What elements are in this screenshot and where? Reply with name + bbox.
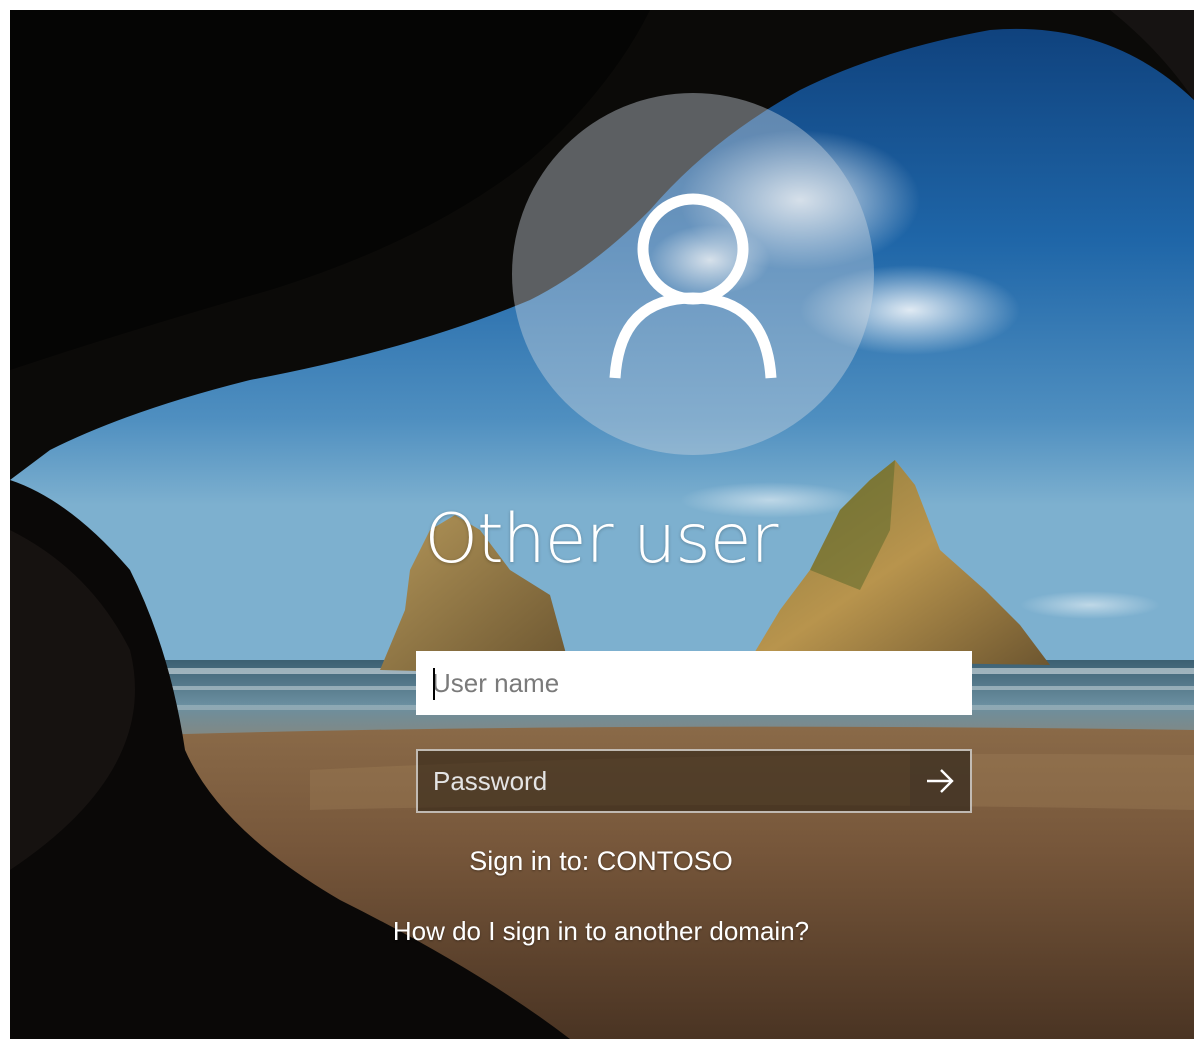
other-domain-link[interactable]: How do I sign in to another domain? [10,916,1194,947]
password-input[interactable] [433,751,903,811]
user-silhouette-icon [609,193,777,379]
password-field[interactable] [416,749,972,813]
user-avatar [512,93,874,455]
submit-button[interactable] [910,751,970,811]
text-caret [433,668,435,700]
username-input[interactable] [432,653,952,713]
lock-screen: Other user Sign in to: CONTOSO How do I … [10,10,1194,1039]
user-title: Other user [424,500,778,579]
arrow-right-icon [927,769,954,793]
signin-domain-text: Sign in to: CONTOSO [469,846,733,876]
username-field[interactable] [416,651,972,715]
